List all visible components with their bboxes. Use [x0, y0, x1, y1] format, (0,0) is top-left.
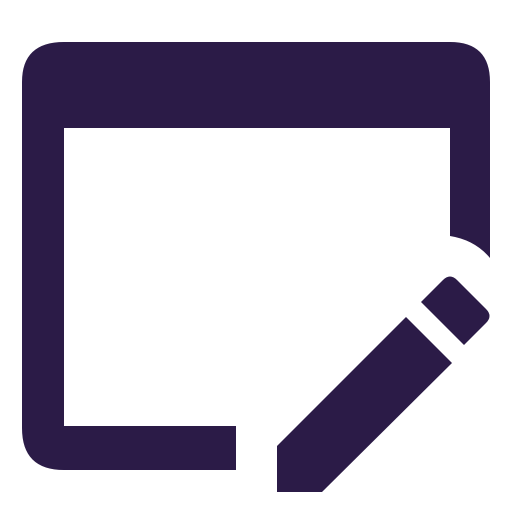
edit-window-icon	[22, 42, 490, 492]
icon-canvas	[0, 0, 512, 512]
pencil-icon	[277, 276, 490, 492]
window-icon	[22, 42, 490, 470]
